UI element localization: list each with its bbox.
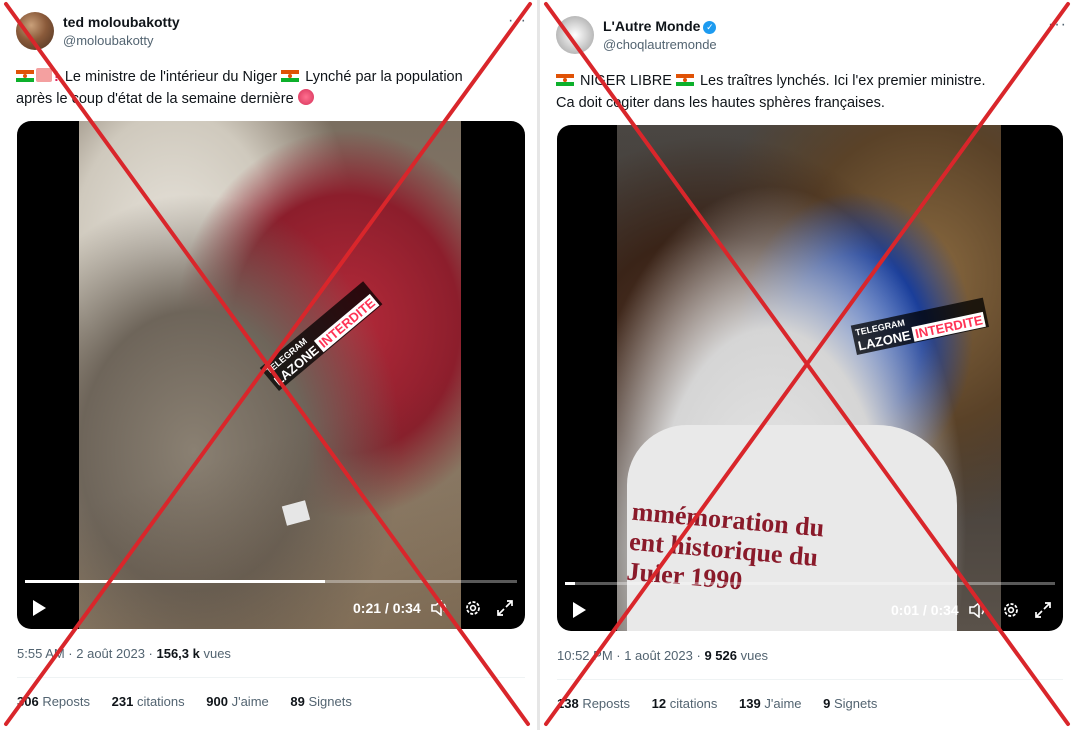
quotes-count: 231 <box>111 694 134 709</box>
quotes-label: citations <box>133 694 185 709</box>
niger-flag-icon <box>281 70 300 82</box>
bookmarks-stat[interactable]: 89 Signets <box>290 694 351 709</box>
angry-face-icon <box>297 89 314 105</box>
play-icon <box>573 602 586 618</box>
reposts-label: Reposts <box>578 696 631 711</box>
likes-label: J'aime <box>227 694 269 709</box>
tweet-right: L'Autre Monde ✓ @choqlautremonde ··· NIGE… <box>540 0 1074 730</box>
video-watermark: TELEGRAM LAZONEINTERDITE <box>259 281 383 391</box>
video-frame: TELEGRAM LAZONEINTERDITE <box>79 121 461 629</box>
video-timecode: 0:01 / 0:34 <box>891 602 959 618</box>
likes-stat[interactable]: 139 J'aime <box>739 696 801 711</box>
video-player[interactable]: mmémoration du ent historique du Juier 1… <box>557 125 1063 631</box>
divider <box>557 679 1063 680</box>
tweet-text-line1b: Lynché par la population <box>305 69 463 85</box>
quotes-count: 12 <box>651 696 667 711</box>
fullscreen-button[interactable] <box>1034 601 1052 622</box>
tweet-text: ! Le ministre de l'intérieur du Niger Lyn… <box>16 66 531 110</box>
tweet-text-line1a: NIGER LIBRE <box>580 73 672 89</box>
timestamp-text: 5:55 AM · 2 août 2023 · <box>17 646 157 661</box>
bookmarks-label: Signets <box>304 694 352 709</box>
reposts-count: 138 <box>557 696 579 711</box>
niger-flag-icon <box>16 70 34 82</box>
volume-icon <box>431 599 447 617</box>
views-count: 156,3 k <box>156 646 200 661</box>
more-options-button[interactable]: ··· <box>508 12 527 30</box>
reposts-label: Reposts <box>38 694 91 709</box>
more-options-button[interactable]: ··· <box>1048 16 1067 34</box>
video-progress-fill <box>565 582 575 585</box>
tweet-timestamp[interactable]: 10:52 PM · 1 août 2023 · 9 526 vues <box>557 648 768 663</box>
tweet-text-line1b: Les traîtres lynchés. Ici l'ex premier m… <box>699 73 986 89</box>
author-avatar[interactable] <box>556 16 594 54</box>
play-icon <box>33 600 46 616</box>
quotes-stat[interactable]: 231 citations <box>112 694 185 709</box>
fullscreen-icon <box>497 600 513 616</box>
tweet-left: ted moloubakotty @moloubakotty ··· ! Le m… <box>0 0 537 730</box>
timestamp-text: 10:52 PM · 1 août 2023 · <box>557 648 705 663</box>
tweet-text-line1: Le ministre de l'intérieur du Niger <box>64 69 278 85</box>
volume-button[interactable] <box>969 601 987 621</box>
divider <box>17 677 525 678</box>
settings-button[interactable] <box>464 599 482 620</box>
settings-button[interactable] <box>1002 601 1020 622</box>
author-handle[interactable]: @moloubakotty <box>63 33 154 48</box>
likes-count: 139 <box>739 696 761 711</box>
quotes-stat[interactable]: 12 citations <box>652 696 718 711</box>
author-name[interactable]: ted moloubakotty <box>63 14 180 30</box>
bookmarks-count: 89 <box>290 694 305 709</box>
tweet-text-line2: Ca doit cogiter dans les hautes sphères … <box>556 95 885 111</box>
reposts-count: 306 <box>17 694 39 709</box>
author-name-row[interactable]: L'Autre Monde ✓ <box>603 18 717 34</box>
reposts-stat[interactable]: 306 Reposts <box>17 694 90 709</box>
tweet-text: NIGER LIBRE Les traîtres lynchés. Ici l'… <box>556 70 1066 114</box>
bookmarks-label: Signets <box>830 696 878 711</box>
watermark-top: TELEGRAM <box>263 335 310 377</box>
exclamation-icon: ! <box>54 69 59 85</box>
play-button[interactable] <box>571 601 587 622</box>
likes-count: 900 <box>206 694 228 709</box>
fullscreen-icon <box>1035 602 1051 618</box>
quotes-label: citations <box>666 696 718 711</box>
video-progress-bar[interactable] <box>25 580 517 583</box>
paper-on-ground <box>281 500 311 526</box>
gear-icon <box>466 601 480 615</box>
author-avatar[interactable] <box>16 12 54 50</box>
gear-icon <box>1004 603 1018 617</box>
volume-icon <box>969 601 985 619</box>
likes-stat[interactable]: 900 J'aime <box>206 694 268 709</box>
reposts-stat[interactable]: 138 Reposts <box>557 696 630 711</box>
video-watermark: TELEGRAM LAZONEINTERDITE <box>850 297 990 355</box>
video-progress-fill <box>25 580 326 583</box>
niger-flag-icon <box>556 74 574 86</box>
video-timecode: 0:21 / 0:34 <box>353 600 421 616</box>
fullscreen-button[interactable] <box>496 599 514 620</box>
bookmarks-stat[interactable]: 9 Signets <box>823 696 877 711</box>
video-frame: mmémoration du ent historique du Juier 1… <box>617 125 1001 631</box>
verified-badge-icon: ✓ <box>703 21 717 34</box>
author-name: L'Autre Monde <box>603 18 701 34</box>
play-button[interactable] <box>31 599 47 620</box>
video-player[interactable]: TELEGRAM LAZONEINTERDITE 0:21 / 0:34 <box>17 121 525 629</box>
views-label: vues <box>199 646 231 661</box>
niger-flag-icon <box>675 74 694 86</box>
likes-label: J'aime <box>760 696 802 711</box>
views-label: vues <box>736 648 769 663</box>
tweet-timestamp[interactable]: 5:55 AM · 2 août 2023 · 156,3 k vues <box>17 646 231 661</box>
engagement-stats: 138 Reposts 12 citations 139 J'aime 9 Si… <box>557 696 895 711</box>
author-handle[interactable]: @choqlautremonde <box>603 37 717 52</box>
engagement-stats: 306 Reposts 231 citations 900 J'aime 89 … <box>17 694 370 709</box>
tweet-text-line2: après le coup d'état de la semaine derni… <box>16 91 294 107</box>
volume-button[interactable] <box>431 599 449 619</box>
alert-icon <box>36 68 52 82</box>
views-count: 9 526 <box>704 648 737 663</box>
shirt-text: mmémoration du ent historique du Juier 1… <box>625 497 826 603</box>
video-progress-bar[interactable] <box>565 582 1055 585</box>
